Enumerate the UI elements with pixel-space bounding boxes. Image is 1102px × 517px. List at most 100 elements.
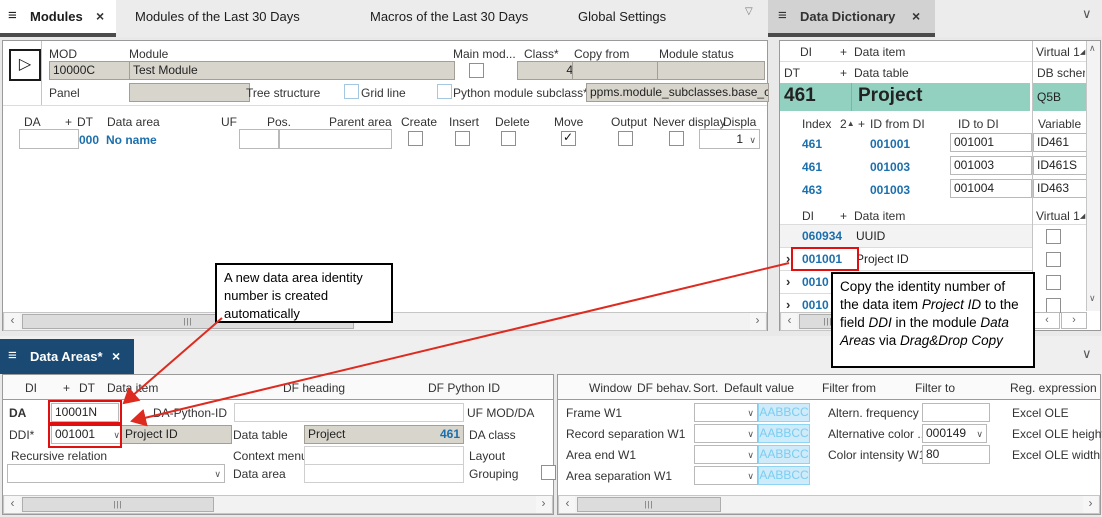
scroll-up-icon[interactable]: ∧ bbox=[1089, 43, 1096, 54]
chevron-down-icon[interactable]: ∨ bbox=[1082, 6, 1092, 22]
col-df-behav[interactable]: DF behav. bbox=[637, 381, 691, 395]
frame-w1-select[interactable] bbox=[694, 403, 758, 422]
record-separation-color-field[interactable]: AABBCC bbox=[758, 424, 810, 443]
idx-to-field[interactable]: 001004 bbox=[950, 179, 1032, 198]
data-area-name-cell[interactable]: No name bbox=[106, 133, 157, 147]
scroll-left-button[interactable]: ‹ bbox=[5, 313, 20, 330]
insert-checkbox[interactable] bbox=[455, 131, 470, 146]
never-display-checkbox[interactable] bbox=[669, 131, 684, 146]
scrollbar-thumb[interactable]: ||| bbox=[22, 497, 214, 512]
idx-variable-field[interactable]: ID461S bbox=[1033, 156, 1089, 175]
item-name[interactable]: UUID bbox=[856, 229, 885, 243]
tab-overflow-icon[interactable]: ▽ bbox=[745, 6, 753, 17]
close-icon[interactable]: × bbox=[912, 8, 920, 24]
tab-data-dictionary[interactable]: ≡ Data Dictionary × bbox=[768, 0, 935, 33]
col-plus[interactable]: + bbox=[65, 115, 72, 129]
col-df-heading[interactable]: DF heading bbox=[283, 381, 345, 395]
create-checkbox[interactable] bbox=[408, 131, 423, 146]
tab-global-settings[interactable]: Global Settings bbox=[578, 9, 666, 24]
move-checkbox[interactable] bbox=[561, 131, 576, 146]
tab-data-areas[interactable]: ≡ Data Areas* × bbox=[0, 339, 134, 374]
virtual-checkbox[interactable] bbox=[1046, 252, 1061, 267]
chevron-down-icon[interactable]: ∨ bbox=[1082, 346, 1092, 362]
python-subclass-checkbox[interactable] bbox=[437, 84, 452, 99]
dict-col-data-table[interactable]: Data table bbox=[854, 66, 909, 80]
tab-modules[interactable]: ≡ Modules × bbox=[0, 0, 116, 33]
dict-col-db-schema[interactable]: DB scher bbox=[1037, 66, 1085, 80]
panel-field[interactable] bbox=[129, 83, 250, 102]
grid-line-checkbox[interactable] bbox=[344, 84, 359, 99]
color-intensity-field[interactable]: 80 bbox=[922, 445, 990, 464]
col-da[interactable]: DA bbox=[24, 115, 41, 129]
hamburger-icon[interactable]: ≡ bbox=[8, 347, 17, 364]
altern-frequency-field[interactable] bbox=[922, 403, 990, 422]
dict-col-dt[interactable]: DT bbox=[784, 66, 800, 80]
item-id[interactable]: 0010 bbox=[802, 275, 829, 289]
scroll-down-icon[interactable]: ∨ bbox=[1089, 293, 1096, 304]
col-filter-to[interactable]: Filter to bbox=[915, 381, 955, 395]
item-id[interactable]: 060934 bbox=[802, 229, 842, 243]
scroll-left-button[interactable]: ‹ bbox=[560, 496, 575, 513]
col-dt[interactable]: DT bbox=[77, 115, 93, 129]
da-cell-input[interactable] bbox=[19, 129, 79, 149]
dict-col-virtual[interactable]: Virtual 1◢ bbox=[1036, 45, 1085, 59]
selected-table-name[interactable]: Project bbox=[858, 85, 922, 107]
main-mod-checkbox[interactable] bbox=[469, 63, 484, 78]
scroll-right-button[interactable]: › bbox=[750, 313, 765, 330]
ddi-name-field[interactable]: Project ID bbox=[121, 425, 232, 444]
alternative-color-select[interactable]: 000149 bbox=[922, 424, 987, 443]
col-data-item[interactable]: Data item bbox=[107, 381, 158, 395]
uf-cell-input[interactable] bbox=[239, 129, 279, 149]
expand-icon[interactable]: › bbox=[786, 297, 790, 312]
col-output[interactable]: Output bbox=[611, 115, 647, 129]
mod-field[interactable]: 10000C bbox=[49, 61, 130, 80]
idx-index[interactable]: 463 bbox=[802, 183, 822, 197]
idx-col-index[interactable]: Index bbox=[802, 117, 831, 131]
scroll-right-button[interactable]: › bbox=[1083, 496, 1098, 513]
dict-col-plus2[interactable]: + bbox=[840, 66, 847, 80]
idx-from[interactable]: 001003 bbox=[870, 160, 910, 174]
output-checkbox[interactable] bbox=[618, 131, 633, 146]
scroll-left-button[interactable]: ‹ bbox=[5, 496, 20, 513]
idx-sort-order[interactable]: 2▲ bbox=[840, 117, 855, 131]
col-window[interactable]: Window bbox=[589, 381, 632, 395]
data-area-field[interactable] bbox=[304, 464, 464, 483]
selected-table-id[interactable]: 461 bbox=[784, 85, 816, 107]
virtual-checkbox[interactable] bbox=[1046, 275, 1061, 290]
dict-col-di[interactable]: DI bbox=[800, 45, 812, 59]
virtual-col-scroll-left[interactable]: ‹ bbox=[1034, 312, 1060, 329]
col-delete[interactable]: Delete bbox=[495, 115, 530, 129]
idx-from[interactable]: 001001 bbox=[870, 137, 910, 151]
tab-data-areas-label[interactable]: Data Areas* bbox=[30, 349, 103, 364]
delete-checkbox[interactable] bbox=[501, 131, 516, 146]
item-name[interactable]: Project ID bbox=[856, 252, 909, 266]
module-field[interactable]: Test Module bbox=[129, 61, 455, 80]
context-menu-field[interactable] bbox=[304, 446, 464, 465]
hamburger-icon[interactable]: ≡ bbox=[8, 7, 17, 24]
recursive-relation-select[interactable] bbox=[7, 464, 225, 483]
area-end-color-field[interactable]: AABBCC bbox=[758, 445, 810, 464]
module-status-field[interactable] bbox=[657, 61, 765, 80]
idx-col-to[interactable]: ID to DI bbox=[958, 117, 999, 131]
area-separation-color-field[interactable]: AABBCC bbox=[758, 466, 810, 485]
col-data-area[interactable]: Data area bbox=[107, 115, 160, 129]
col-pos[interactable]: Pos. bbox=[267, 115, 291, 129]
col-parent-area[interactable]: Parent area bbox=[329, 115, 392, 129]
selected-table-row[interactable]: 461 Project bbox=[780, 83, 1030, 111]
scroll-left-button[interactable]: ‹ bbox=[782, 313, 797, 330]
run-button[interactable]: ▷ bbox=[9, 49, 41, 81]
virtual-checkbox[interactable] bbox=[1046, 298, 1061, 313]
col-df-python-id[interactable]: DF Python ID bbox=[428, 381, 500, 395]
tab-modules-label[interactable]: Modules bbox=[30, 9, 83, 24]
col-default-value[interactable]: Default value bbox=[724, 381, 794, 395]
items-col-plus[interactable]: + bbox=[840, 209, 847, 223]
expand-icon[interactable]: › bbox=[786, 274, 790, 289]
close-icon[interactable]: × bbox=[96, 8, 104, 24]
record-separation-select[interactable] bbox=[694, 424, 758, 443]
col-reg-expression[interactable]: Reg. expression bbox=[1010, 381, 1097, 395]
tab-data-dictionary-label[interactable]: Data Dictionary bbox=[800, 9, 895, 24]
dict-vscrollbar[interactable]: ∧ ∨ bbox=[1086, 41, 1100, 311]
tab-macros-last30[interactable]: Macros of the Last 30 Days bbox=[370, 9, 528, 24]
scrollbar-thumb[interactable]: ||| bbox=[577, 497, 721, 512]
idx-col-variable[interactable]: Variable bbox=[1038, 117, 1081, 131]
